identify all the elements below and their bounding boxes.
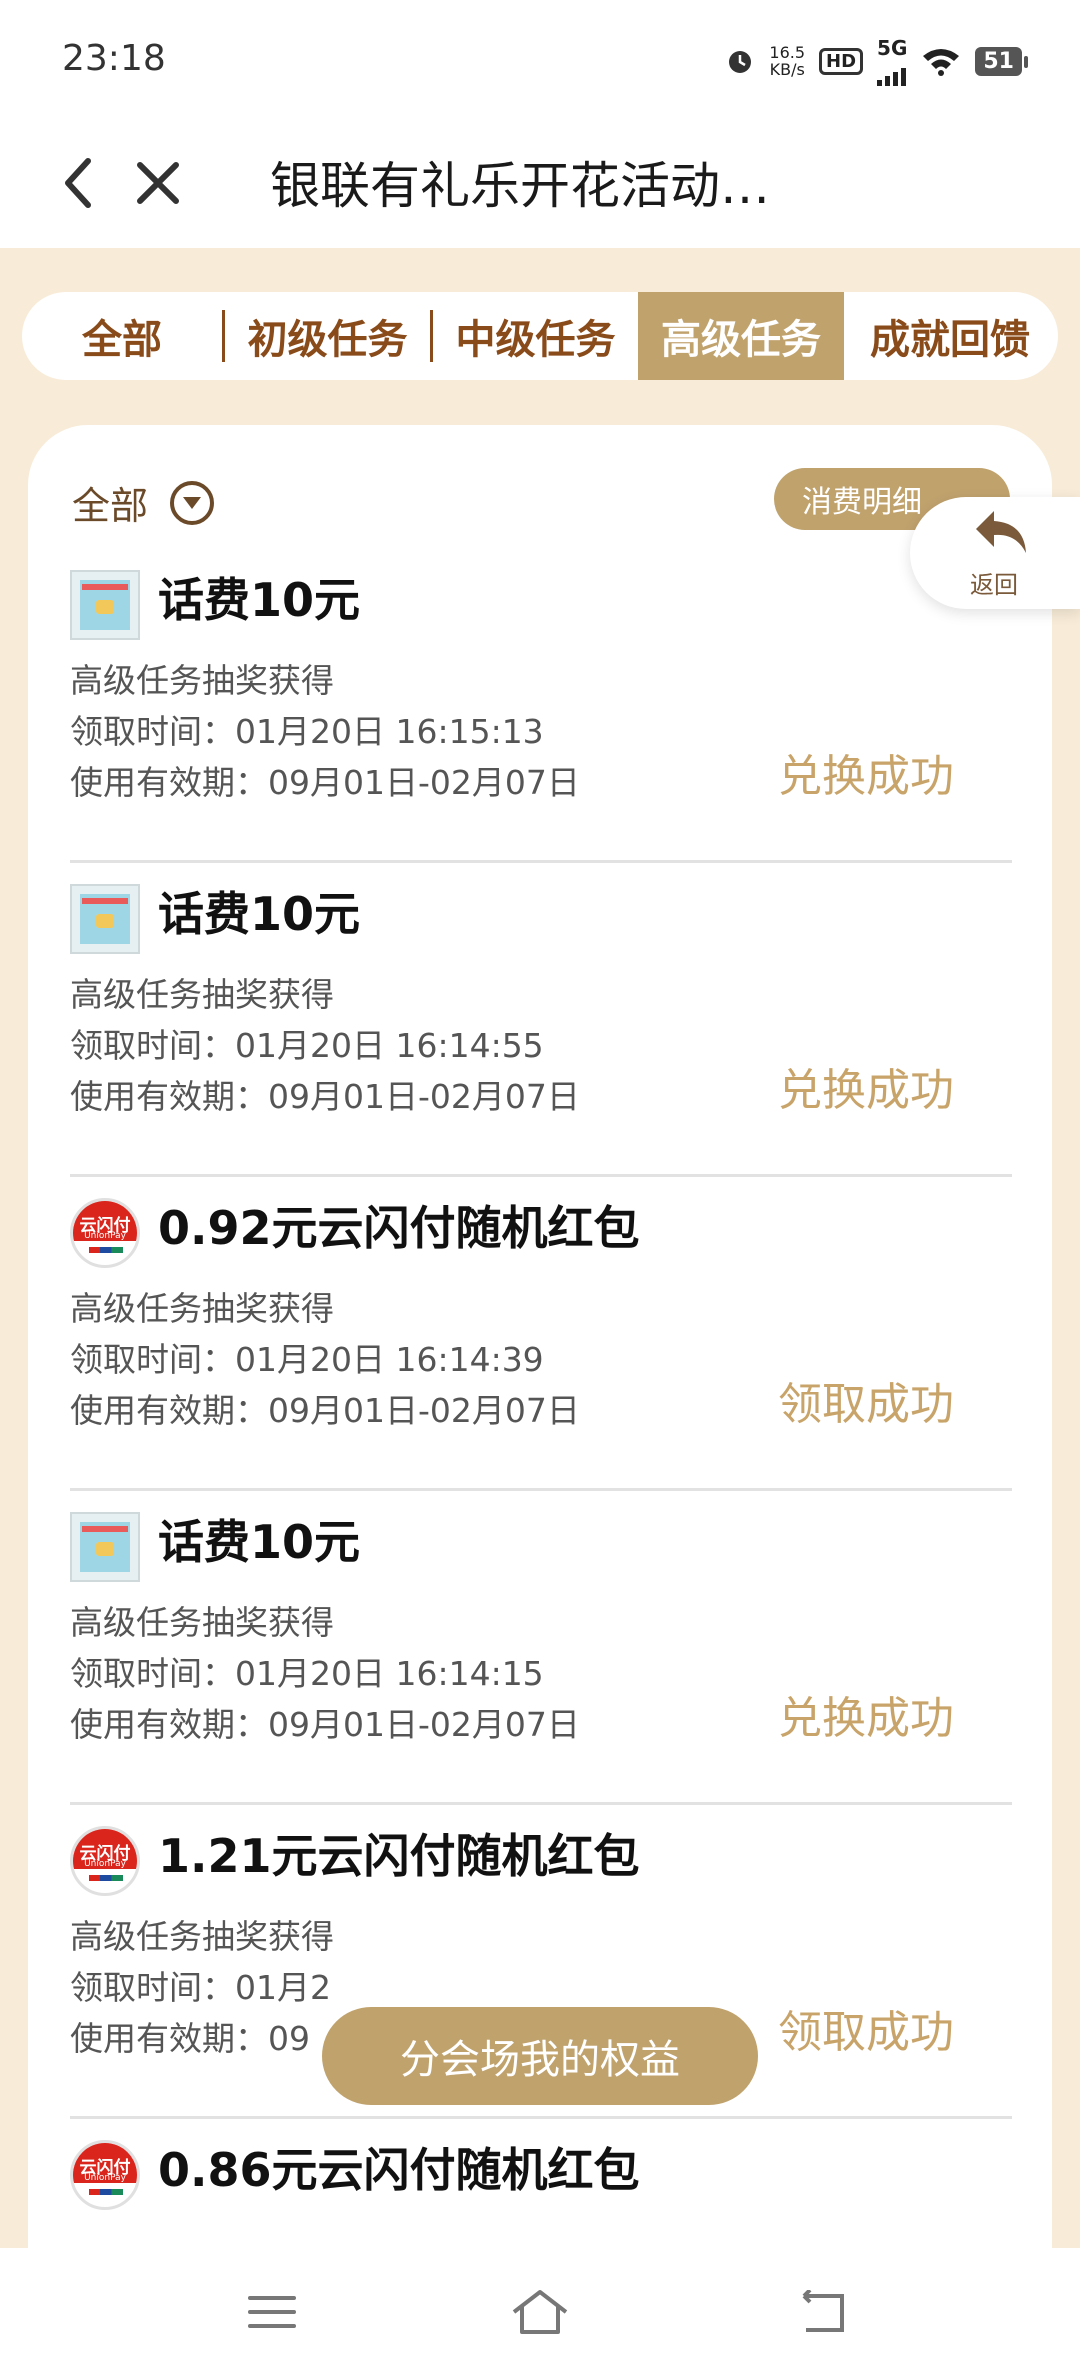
nav-bar: 银联有礼乐开花活动… (0, 118, 1080, 248)
rewards-card: 全部 消费明细 话费10元 高级任务抽奖获得 领取时间：01月20日 16:15… (28, 425, 1052, 2255)
menu-icon[interactable] (248, 2296, 296, 2338)
list-item[interactable]: 话费10元 高级任务抽奖获得 领取时间：01月20日 16:15:13 使用有效… (70, 550, 1012, 863)
list-item[interactable]: 话费10元 高级任务抽奖获得 领取时间：01月20日 16:14:15 使用有效… (70, 1492, 1012, 1805)
item-received-time: 领取时间：01月20日 16:14:55 (70, 1026, 544, 1065)
list-item[interactable]: 话费10元 高级任务抽奖获得 领取时间：01月20日 16:14:55 使用有效… (70, 864, 1012, 1177)
floating-back-button[interactable]: 返回 (910, 497, 1080, 609)
tab-label: 中级任务 (455, 317, 616, 363)
close-icon[interactable] (118, 143, 198, 223)
chevron-down-icon[interactable] (170, 480, 215, 525)
system-nav-bar (0, 2248, 1080, 2376)
item-received-time: 领取时间：01月20日 16:15:13 (70, 712, 544, 751)
tab-intermediate[interactable]: 中级任务 (433, 292, 638, 380)
battery-icon: 51 (975, 46, 1028, 76)
unionpay-logo-sub: UnionPay (84, 2173, 126, 2183)
tab-all[interactable]: 全部 (22, 292, 222, 380)
net-speed: 16.5 KB/s (769, 44, 805, 78)
unionpay-icon: 云闪付 UnionPay (70, 1198, 140, 1268)
task-tabs: 全部 初级任务 中级任务 高级任务 成就回馈 (22, 292, 1058, 380)
unionpay-icon: 云闪付 UnionPay (70, 1826, 140, 1896)
item-title: 1.21元云闪付随机红包 (158, 1829, 640, 1883)
item-status: 兑换成功 (778, 1693, 954, 1744)
item-source: 高级任务抽奖获得 (70, 1917, 334, 1956)
item-status: 兑换成功 (778, 1065, 954, 1116)
item-validity: 使用有效期：09 (70, 2019, 310, 2058)
item-validity: 使用有效期：09月01日-02月07日 (70, 1391, 580, 1430)
item-validity: 使用有效期：09月01日-02月07日 (70, 1077, 580, 1116)
back-icon[interactable] (796, 2290, 850, 2336)
net-speed-value: 16.5 (769, 43, 806, 62)
item-received-time: 领取时间：01月20日 16:14:39 (70, 1340, 544, 1379)
item-source: 高级任务抽奖获得 (70, 1603, 334, 1642)
item-status: 兑换成功 (778, 751, 954, 802)
page-title: 银联有礼乐开花活动… (270, 157, 770, 215)
tab-beginner[interactable]: 初级任务 (225, 292, 430, 380)
filter-dropdown[interactable]: 全部 (72, 475, 215, 530)
spending-detail-label: 消费明细 (802, 485, 922, 520)
unionpay-icon: 云闪付 UnionPay (70, 2140, 140, 2210)
status-time: 23:18 (62, 38, 166, 79)
unionpay-logo-sub: UnionPay (84, 1231, 126, 1241)
hd-badge: HD (819, 47, 864, 75)
phone-credit-icon (70, 884, 140, 954)
item-status: 领取成功 (778, 2007, 954, 2058)
my-benefits-label: 分会场我的权益 (400, 2037, 680, 2083)
tab-label: 成就回馈 (870, 317, 1030, 363)
net-speed-unit: KB/s (769, 60, 805, 79)
status-bar: 23:18 16.5 KB/s HD 5G 51 (0, 0, 1080, 118)
item-received-time: 领取时间：01月2 (70, 1968, 331, 2007)
item-title: 话费10元 (158, 887, 361, 941)
floating-back-label: 返回 (970, 571, 1018, 599)
filter-label: 全部 (72, 484, 149, 528)
item-source: 高级任务抽奖获得 (70, 661, 334, 700)
item-title: 0.86元云闪付随机红包 (158, 2143, 640, 2197)
alarm-icon (729, 51, 752, 73)
item-title: 0.92元云闪付随机红包 (158, 1201, 640, 1255)
back-arrow-icon[interactable] (40, 143, 120, 223)
item-source: 高级任务抽奖获得 (70, 975, 334, 1014)
cellular-signal-icon: 5G (877, 36, 907, 86)
tab-label: 全部 (82, 317, 162, 363)
list-item[interactable]: 云闪付 UnionPay 0.92元云闪付随机红包 高级任务抽奖获得 领取时间：0… (70, 1178, 1012, 1491)
home-icon[interactable] (508, 2288, 572, 2338)
tab-label: 初级任务 (247, 317, 408, 363)
item-source: 高级任务抽奖获得 (70, 1289, 334, 1328)
wifi-icon (923, 49, 960, 76)
item-received-time: 领取时间：01月20日 16:14:15 (70, 1654, 544, 1693)
item-status: 领取成功 (778, 1379, 954, 1430)
item-title: 话费10元 (158, 573, 361, 627)
list-item[interactable]: 云闪付 UnionPay 0.86元云闪付随机红包 (70, 2120, 1012, 2255)
item-validity: 使用有效期：09月01日-02月07日 (70, 763, 580, 802)
tab-achievement[interactable]: 成就回馈 (844, 292, 1056, 380)
status-icons: 16.5 KB/s HD 5G 51 (725, 36, 1028, 86)
network-type: 5G (877, 36, 908, 60)
return-arrow-icon (976, 511, 1026, 553)
item-title: 话费10元 (158, 1515, 361, 1569)
tab-advanced[interactable]: 高级任务 (638, 292, 844, 380)
item-validity: 使用有效期：09月01日-02月07日 (70, 1705, 580, 1744)
my-benefits-button[interactable]: 分会场我的权益 (322, 2007, 758, 2105)
unionpay-logo-sub: UnionPay (84, 1859, 126, 1869)
phone-credit-icon (70, 1512, 140, 1582)
tab-label: 高级任务 (661, 317, 821, 363)
phone-credit-icon (70, 570, 140, 640)
